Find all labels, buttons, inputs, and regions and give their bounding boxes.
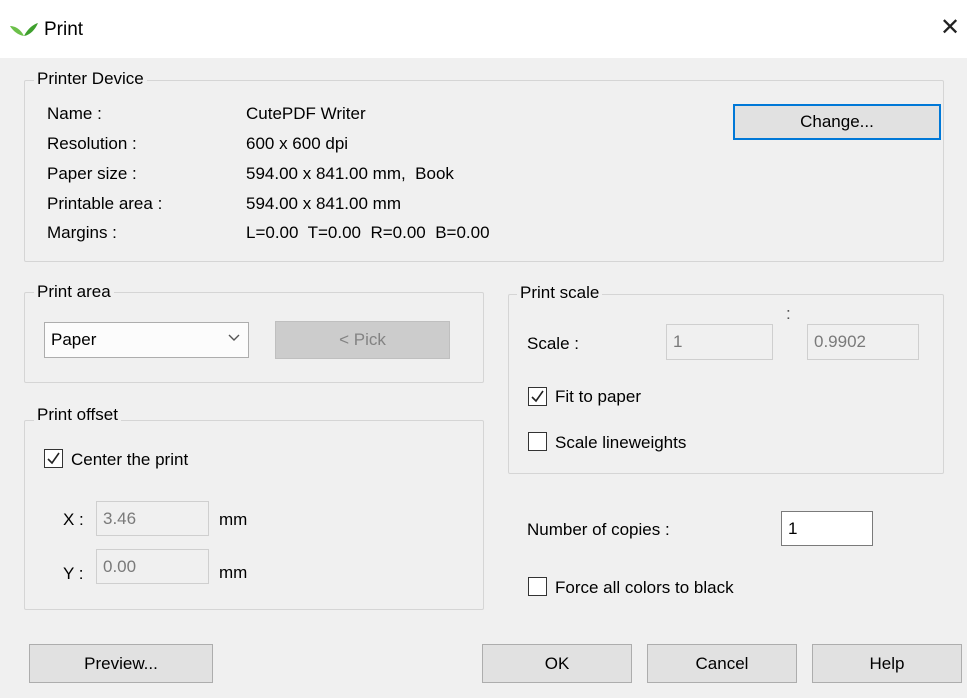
printer-device-legend: Printer Device <box>34 69 147 89</box>
title-bar <box>0 0 967 58</box>
center-print-label: Center the print <box>71 450 189 469</box>
scale-denominator-field[interactable]: 0.9902 <box>807 324 919 360</box>
copies-label: Number of copies : <box>527 520 670 539</box>
print-area-select[interactable]: Paper <box>44 322 249 358</box>
print-offset-legend: Print offset <box>34 405 121 425</box>
close-icon[interactable]: ✕ <box>938 16 962 40</box>
fit-to-paper-checkbox[interactable] <box>528 387 547 406</box>
name-value: CutePDF Writer <box>246 104 366 123</box>
margins-value: L=0.00 T=0.00 R=0.00 B=0.00 <box>246 223 490 242</box>
ratio-colon: : <box>786 304 791 323</box>
scale-lineweights-checkbox[interactable] <box>528 432 547 451</box>
check-icon <box>47 452 60 465</box>
check-icon <box>531 390 544 403</box>
offset-x-unit: mm <box>219 510 248 529</box>
paper-size-value: 594.00 x 841.00 mm, Book <box>246 164 454 183</box>
resolution-label: Resolution : <box>47 134 137 153</box>
offset-x-label: X : <box>63 510 84 529</box>
offset-y-field[interactable]: 0.00 <box>96 549 209 584</box>
margins-label: Margins : <box>47 223 117 242</box>
help-button[interactable]: Help <box>812 644 962 683</box>
center-print-checkbox[interactable] <box>44 449 63 468</box>
force-black-label: Force all colors to black <box>555 578 734 597</box>
pick-button[interactable]: < Pick <box>275 321 450 359</box>
offset-y-unit: mm <box>219 563 248 582</box>
resolution-value: 600 x 600 dpi <box>246 134 349 153</box>
scale-label: Scale : <box>527 334 579 353</box>
scale-numerator-field[interactable]: 1 <box>666 324 773 360</box>
printable-area-value: 594.00 x 841.00 mm <box>246 194 401 213</box>
paper-size-label: Paper size : <box>47 164 137 183</box>
leaf-icon <box>10 23 38 36</box>
fit-to-paper-label: Fit to paper <box>555 387 641 406</box>
chevron-down-icon <box>228 334 240 341</box>
scale-lineweights-label: Scale lineweights <box>555 433 687 452</box>
name-label: Name : <box>47 104 102 123</box>
printable-area-label: Printable area : <box>47 194 163 213</box>
cancel-button[interactable]: Cancel <box>647 644 797 683</box>
print-offset-group <box>24 420 484 610</box>
preview-button[interactable]: Preview... <box>29 644 213 683</box>
print-area-selected: Paper <box>51 330 97 349</box>
print-scale-legend: Print scale <box>517 283 603 303</box>
offset-y-label: Y : <box>63 564 84 583</box>
ok-button[interactable]: OK <box>482 644 632 683</box>
offset-x-field[interactable]: 3.46 <box>96 501 209 536</box>
change-button[interactable]: Change... <box>733 104 941 140</box>
window-title: Print <box>44 19 84 40</box>
force-black-checkbox[interactable] <box>528 577 547 596</box>
print-area-legend: Print area <box>34 282 114 302</box>
copies-input[interactable]: 1 <box>781 511 873 546</box>
